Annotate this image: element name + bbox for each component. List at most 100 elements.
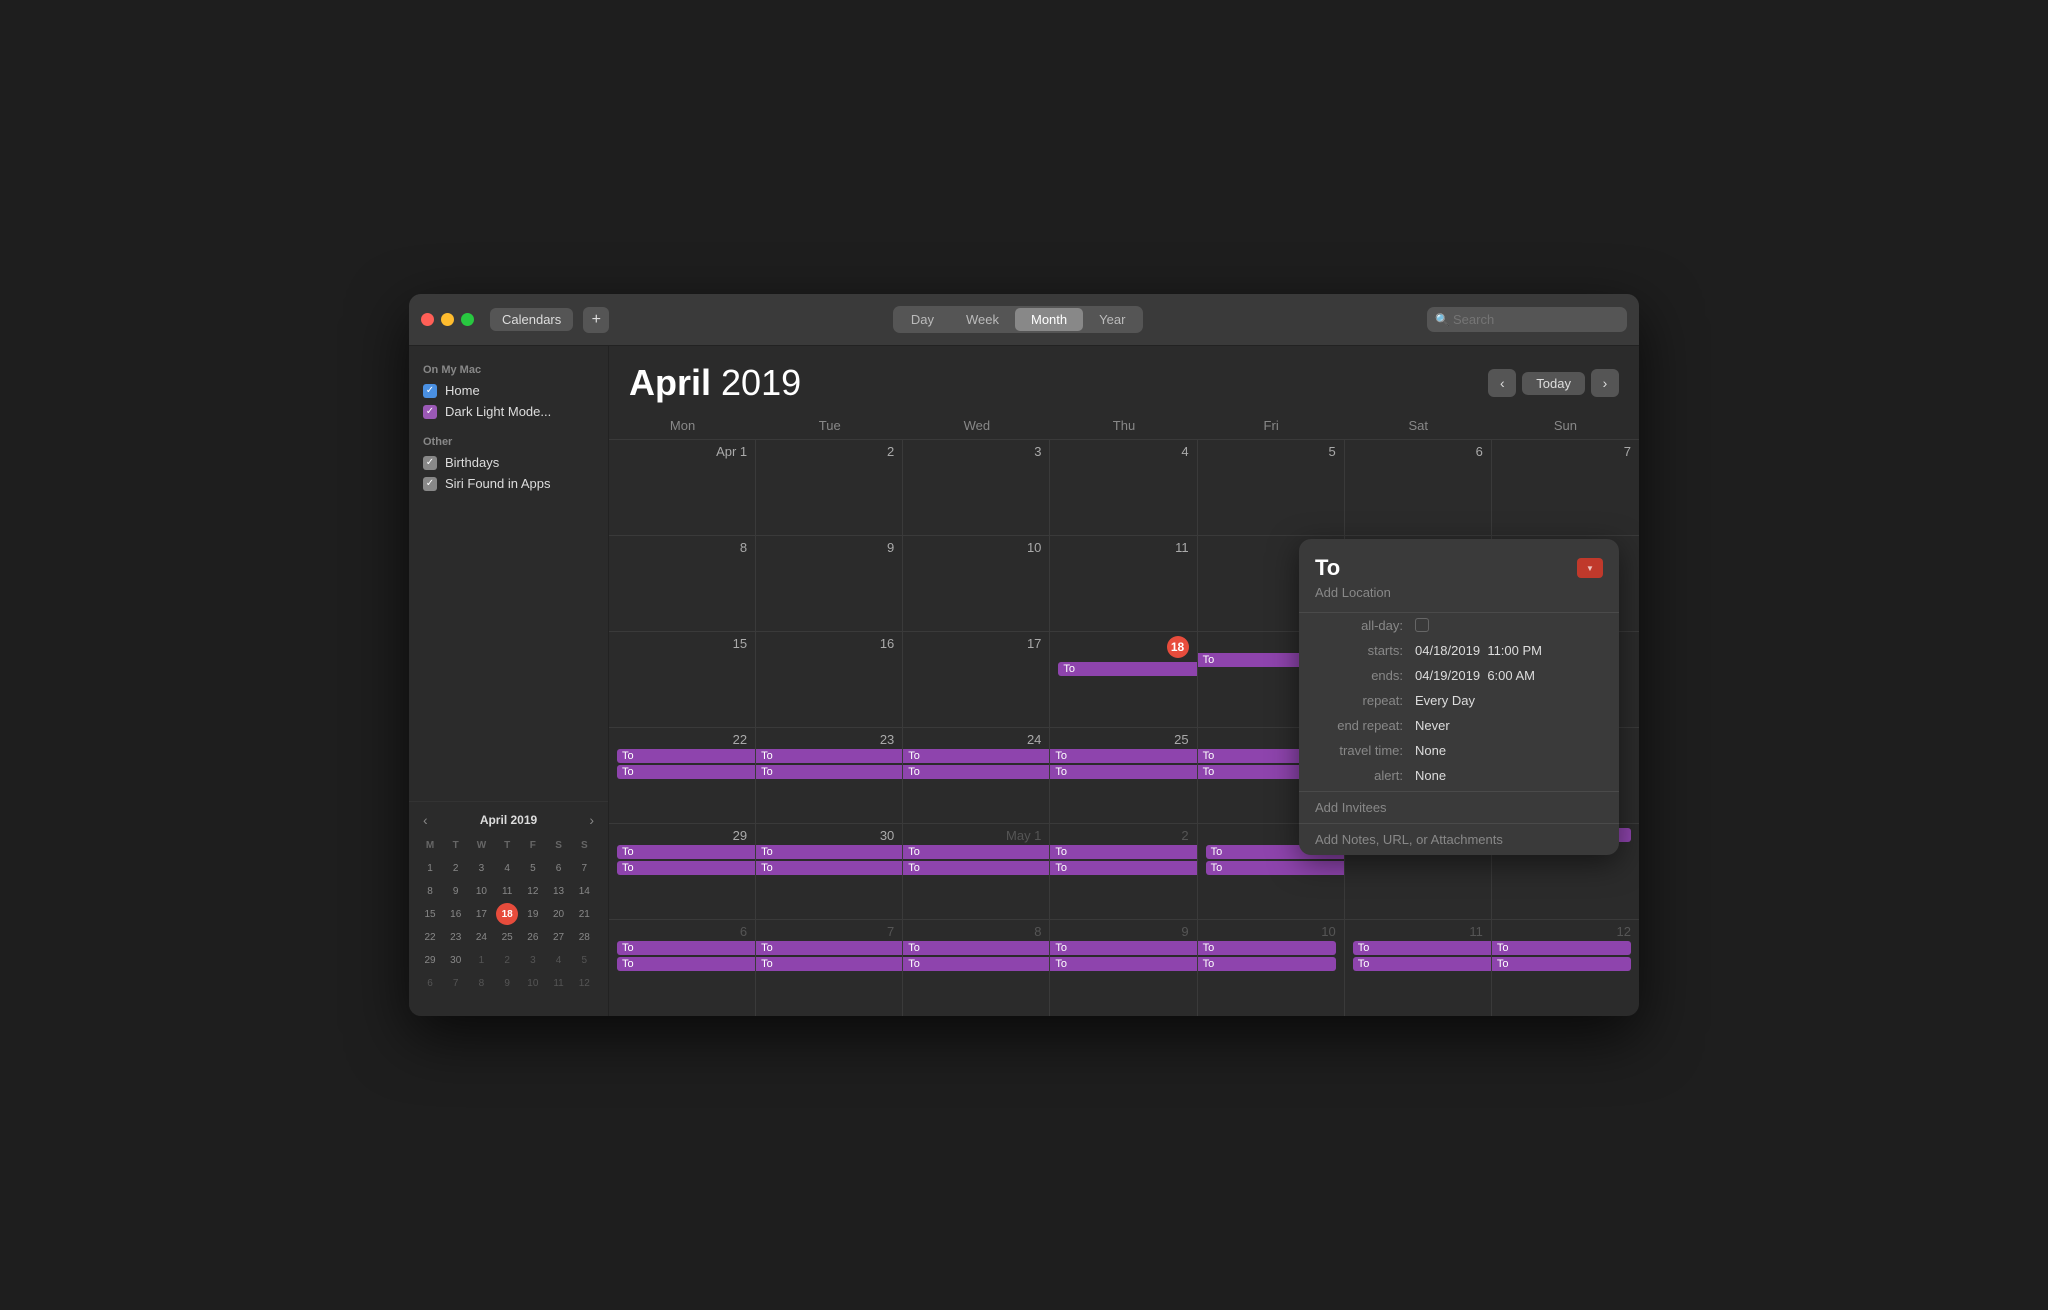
cal-day[interactable]: 2 [756, 440, 903, 535]
mini-cal-day[interactable]: 2 [496, 949, 518, 971]
cal-day[interactable]: Apr 1 [609, 440, 756, 535]
mini-cal-day[interactable]: 17 [470, 903, 492, 925]
mini-cal-day[interactable]: 24 [470, 926, 492, 948]
event-bar[interactable]: To [1198, 941, 1336, 955]
today-button[interactable]: Today [1522, 372, 1585, 395]
event-bar[interactable]: To [617, 845, 755, 859]
popup-notes[interactable]: Add Notes, URL, or Attachments [1299, 823, 1619, 855]
dark-light-checkbox[interactable]: ✓ [423, 405, 437, 419]
mini-cal-prev[interactable]: ‹ [419, 812, 432, 828]
event-bar[interactable]: To [1050, 749, 1196, 763]
popup-location[interactable]: Add Location [1299, 585, 1619, 613]
event-bar[interactable]: To [1050, 861, 1196, 875]
event-bar[interactable]: To [617, 957, 755, 971]
event-bar[interactable]: To [1198, 957, 1336, 971]
popup-repeat-value[interactable]: Every Day [1415, 693, 1603, 708]
cal-day[interactable]: 7 To To [756, 920, 903, 1016]
cal-day[interactable]: 10 To To [1198, 920, 1345, 1016]
mini-cal-day[interactable]: 10 [470, 880, 492, 902]
mini-cal-day[interactable]: 6 [419, 972, 441, 994]
mini-cal-next[interactable]: › [585, 812, 598, 828]
mini-cal-day[interactable]: 22 [419, 926, 441, 948]
popup-ends-value[interactable]: 04/19/2019 6:00 AM [1415, 668, 1603, 683]
sidebar-item-birthdays[interactable]: ✓ Birthdays [409, 452, 608, 473]
cal-day[interactable]: 3 [903, 440, 1050, 535]
cal-day[interactable]: 6 To To [609, 920, 756, 1016]
popup-travel-value[interactable]: None [1415, 743, 1603, 758]
mini-cal-day[interactable]: 9 [445, 880, 467, 902]
event-bar[interactable]: To [617, 941, 755, 955]
cal-day[interactable]: 15 [609, 632, 756, 727]
event-bar[interactable]: To [617, 765, 755, 779]
event-bar[interactable]: To [903, 845, 1049, 859]
tab-week[interactable]: Week [950, 308, 1015, 331]
cal-day[interactable]: 8 To To [903, 920, 1050, 1016]
cal-day[interactable]: 24 To To [903, 728, 1050, 823]
mini-cal-day[interactable]: 4 [548, 949, 570, 971]
mini-cal-day[interactable]: 12 [573, 972, 595, 994]
mini-cal-today[interactable]: 18 [496, 903, 518, 925]
all-day-checkbox[interactable] [1415, 618, 1429, 632]
cal-day[interactable]: 11 To To [1345, 920, 1492, 1016]
tab-month[interactable]: Month [1015, 308, 1083, 331]
cal-day[interactable]: 2 To To [1050, 824, 1197, 919]
mini-cal-day[interactable]: 20 [548, 903, 570, 925]
mini-cal-day[interactable]: 27 [548, 926, 570, 948]
cal-day[interactable]: 30 To To [756, 824, 903, 919]
maximize-button[interactable] [461, 313, 474, 326]
event-bar[interactable]: To [903, 941, 1049, 955]
mini-cal-day[interactable]: 23 [445, 926, 467, 948]
event-bar[interactable]: To [756, 845, 902, 859]
event-bar[interactable]: To [903, 749, 1049, 763]
event-bar[interactable]: To [903, 861, 1049, 875]
search-input[interactable] [1427, 307, 1627, 332]
cal-day[interactable]: 7 [1492, 440, 1639, 535]
cal-day[interactable]: 17 [903, 632, 1050, 727]
event-bar[interactable]: To [1353, 941, 1491, 955]
mini-cal-day[interactable]: 8 [419, 880, 441, 902]
event-bar[interactable]: To [903, 957, 1049, 971]
sidebar-item-home[interactable]: ✓ Home [409, 380, 608, 401]
mini-cal-day[interactable]: 13 [548, 880, 570, 902]
event-bar[interactable]: To [1492, 941, 1631, 955]
mini-cal-day[interactable]: 11 [496, 880, 518, 902]
mini-cal-day[interactable]: 10 [522, 972, 544, 994]
mini-cal-day[interactable]: 26 [522, 926, 544, 948]
mini-cal-day[interactable]: 15 [419, 903, 441, 925]
popup-color-button[interactable] [1577, 558, 1603, 578]
event-bar[interactable]: To [756, 941, 902, 955]
mini-cal-day[interactable]: 7 [445, 972, 467, 994]
mini-cal-day[interactable]: 6 [548, 857, 570, 879]
mini-cal-day[interactable]: 3 [470, 857, 492, 879]
event-bar[interactable]: To [1206, 861, 1344, 875]
tab-day[interactable]: Day [895, 308, 950, 331]
mini-cal-day[interactable]: 21 [573, 903, 595, 925]
event-bar[interactable]: To [756, 749, 902, 763]
mini-cal-day[interactable]: 7 [573, 857, 595, 879]
mini-cal-day[interactable]: 14 [573, 880, 595, 902]
event-bar[interactable]: To [1058, 662, 1196, 676]
event-bar[interactable]: To [1050, 845, 1196, 859]
sidebar-item-dark-light[interactable]: ✓ Dark Light Mode... [409, 401, 608, 422]
cal-day[interactable]: 18 To [1050, 632, 1197, 727]
add-event-button[interactable]: + [583, 307, 609, 333]
mini-cal-day[interactable]: 29 [419, 949, 441, 971]
event-bar[interactable]: To [903, 765, 1049, 779]
close-button[interactable] [421, 313, 434, 326]
cal-day[interactable]: 10 [903, 536, 1050, 631]
sidebar-item-siri[interactable]: ✓ Siri Found in Apps [409, 473, 608, 494]
mini-cal-day[interactable]: 4 [496, 857, 518, 879]
tab-year[interactable]: Year [1083, 308, 1141, 331]
event-bar[interactable]: To [756, 957, 902, 971]
cal-day[interactable]: 23 To To [756, 728, 903, 823]
cal-day[interactable]: 9 [756, 536, 903, 631]
next-month-button[interactable]: › [1591, 369, 1619, 397]
event-bar[interactable]: To [756, 861, 902, 875]
cal-day[interactable]: 12 To To [1492, 920, 1639, 1016]
cal-day[interactable]: 16 [756, 632, 903, 727]
mini-cal-day[interactable]: 8 [470, 972, 492, 994]
cal-day[interactable]: 29 To To [609, 824, 756, 919]
cal-day[interactable]: 4 [1050, 440, 1197, 535]
popup-starts-value[interactable]: 04/18/2019 11:00 PM [1415, 643, 1603, 658]
event-bar[interactable]: To [617, 749, 755, 763]
